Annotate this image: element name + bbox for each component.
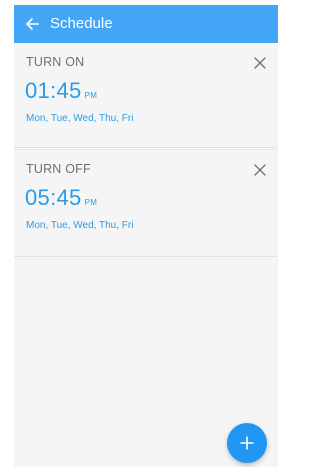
schedule-mode-label: TURN ON	[26, 55, 85, 69]
repeat-days: Mon, Tue, Wed, Thu, Fri	[26, 220, 134, 231]
schedule-time[interactable]: 05:45 PM	[25, 185, 97, 211]
schedule-mode-label: TURN OFF	[26, 162, 91, 176]
schedule-item-turn-off[interactable]: TURN OFF 05:45 PM Mon, Tue, Wed, Thu, Fri	[14, 149, 278, 257]
delete-schedule-button[interactable]	[250, 53, 270, 73]
add-schedule-button[interactable]	[227, 423, 267, 463]
delete-schedule-button[interactable]	[250, 160, 270, 180]
app-bar: Schedule	[14, 5, 278, 43]
page-title: Schedule	[50, 15, 113, 32]
close-icon	[254, 164, 266, 176]
schedule-time[interactable]: 01:45 PM	[25, 78, 97, 104]
ampm-label: PM	[84, 91, 98, 100]
time-value: 01:45	[25, 78, 82, 103]
schedule-screen: Schedule TURN ON 01:45 PM Mon, Tue, Wed, …	[14, 5, 278, 467]
back-button[interactable]	[20, 12, 44, 36]
ampm-label: PM	[84, 198, 98, 207]
schedule-item-turn-on[interactable]: TURN ON 01:45 PM Mon, Tue, Wed, Thu, Fri	[14, 43, 278, 148]
repeat-days: Mon, Tue, Wed, Thu, Fri	[26, 113, 134, 124]
time-value: 05:45	[25, 185, 82, 210]
plus-icon	[240, 436, 254, 450]
arrow-left-icon	[26, 18, 39, 30]
close-icon	[254, 57, 266, 69]
